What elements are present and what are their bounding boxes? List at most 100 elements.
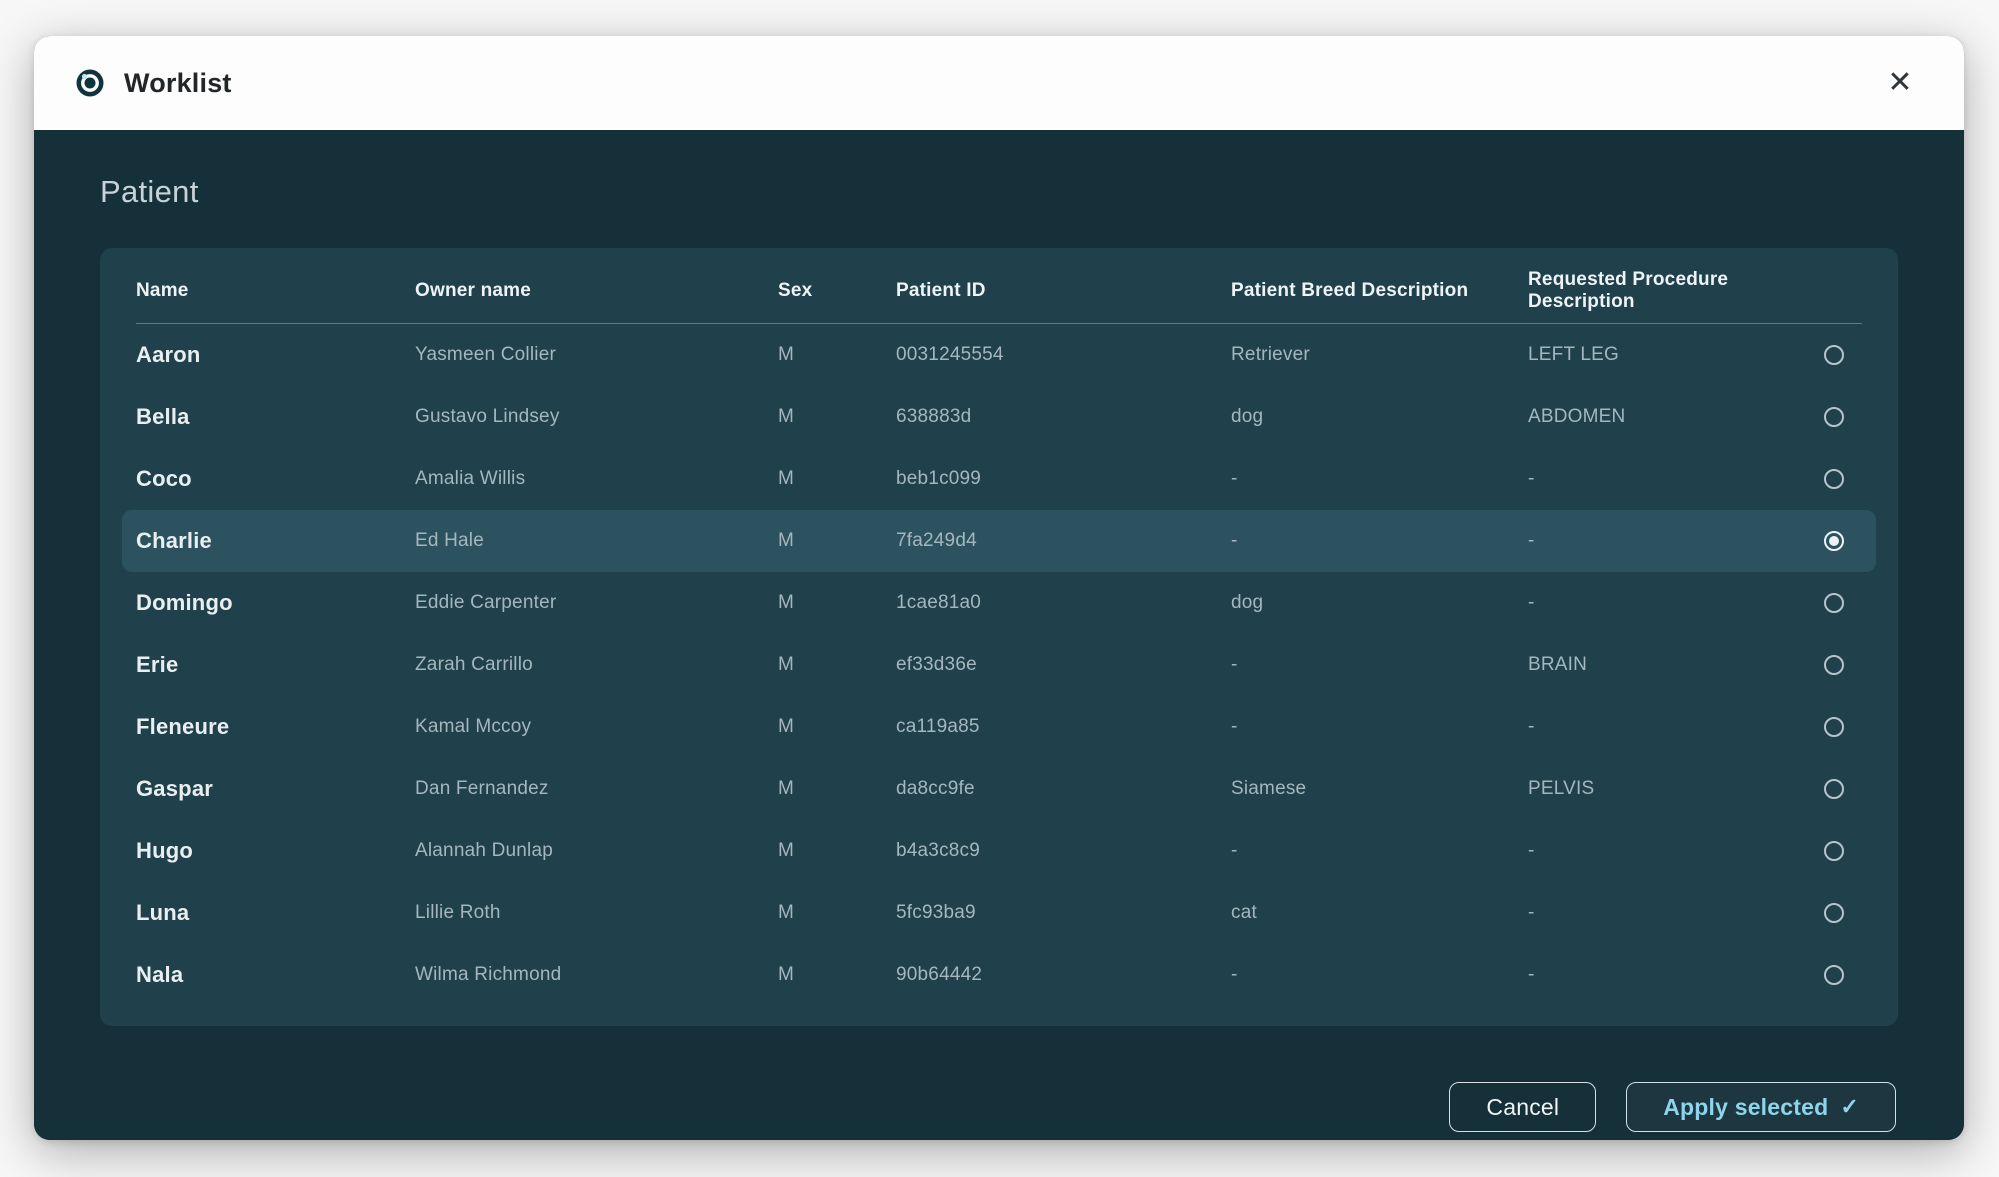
table-row[interactable]: Nala Wilma Richmond M 90b64442 - - <box>122 944 1876 1006</box>
radio-cell <box>1806 469 1862 489</box>
breed-description: dog <box>1231 592 1528 614</box>
patient-name: Aaron <box>136 342 415 368</box>
patient-id: 1cae81a0 <box>896 592 1231 614</box>
column-header-patient-id: Patient ID <box>896 280 1231 302</box>
radio-cell <box>1806 593 1862 613</box>
owner-name: Eddie Carpenter <box>415 592 778 614</box>
check-icon: ✓ <box>1840 1094 1859 1120</box>
radio-cell <box>1806 531 1862 551</box>
patient-id: da8cc9fe <box>896 778 1231 800</box>
column-header-owner: Owner name <box>415 280 778 302</box>
row-radio-button[interactable] <box>1824 531 1844 551</box>
patient-sex: M <box>778 530 896 552</box>
table-row[interactable]: Charlie Ed Hale M 7fa249d4 - - <box>122 510 1876 572</box>
patient-sex: M <box>778 840 896 862</box>
procedure-description: - <box>1528 902 1806 924</box>
breed-description: Retriever <box>1231 344 1528 366</box>
apply-selected-button[interactable]: Apply selected ✓ <box>1626 1082 1896 1132</box>
patient-id: ca119a85 <box>896 716 1231 738</box>
table-row[interactable]: Domingo Eddie Carpenter M 1cae81a0 dog - <box>122 572 1876 634</box>
breed-description: - <box>1231 468 1528 490</box>
row-radio-button[interactable] <box>1824 469 1844 489</box>
owner-name: Wilma Richmond <box>415 964 778 986</box>
patient-sex: M <box>778 778 896 800</box>
table-row[interactable]: Gaspar Dan Fernandez M da8cc9fe Siamese … <box>122 758 1876 820</box>
patient-name: Erie <box>136 652 415 678</box>
worklist-dialog: Worklist ✕ Patient Name Owner name Sex P… <box>34 36 1964 1140</box>
breed-description: - <box>1231 840 1528 862</box>
procedure-description: - <box>1528 468 1806 490</box>
breed-description: - <box>1231 530 1528 552</box>
patient-sex: M <box>778 592 896 614</box>
patient-id: ef33d36e <box>896 654 1231 676</box>
table-row[interactable]: Hugo Alannah Dunlap M b4a3c8c9 - - <box>122 820 1876 882</box>
procedure-description: LEFT LEG <box>1528 344 1806 366</box>
procedure-description: - <box>1528 592 1806 614</box>
table-row[interactable]: Aaron Yasmeen Collier M 0031245554 Retri… <box>122 324 1876 386</box>
row-radio-button[interactable] <box>1824 903 1844 923</box>
patient-id: 0031245554 <box>896 344 1231 366</box>
patient-id: 638883d <box>896 406 1231 428</box>
row-radio-button[interactable] <box>1824 655 1844 675</box>
table-row[interactable]: Erie Zarah Carrillo M ef33d36e - BRAIN <box>122 634 1876 696</box>
owner-name: Ed Hale <box>415 530 778 552</box>
patient-sex: M <box>778 406 896 428</box>
procedure-description: ABDOMEN <box>1528 406 1806 428</box>
owner-name: Kamal Mccoy <box>415 716 778 738</box>
patient-id: 5fc93ba9 <box>896 902 1231 924</box>
column-header-procedure: Requested Procedure Description <box>1528 269 1806 313</box>
patient-name: Nala <box>136 962 415 988</box>
owner-name: Zarah Carrillo <box>415 654 778 676</box>
table-row[interactable]: Luna Lillie Roth M 5fc93ba9 cat - <box>122 882 1876 944</box>
row-radio-button[interactable] <box>1824 593 1844 613</box>
patient-name: Fleneure <box>136 714 415 740</box>
patient-name: Gaspar <box>136 776 415 802</box>
breed-description: dog <box>1231 406 1528 428</box>
procedure-description: - <box>1528 530 1806 552</box>
column-header-name: Name <box>136 280 415 302</box>
table-row[interactable]: Coco Amalia Willis M beb1c099 - - <box>122 448 1876 510</box>
column-header-breed: Patient Breed Description <box>1231 280 1528 302</box>
radio-cell <box>1806 345 1862 365</box>
dialog-title: Worklist <box>124 68 232 99</box>
row-radio-button[interactable] <box>1824 841 1844 861</box>
procedure-description: BRAIN <box>1528 654 1806 676</box>
worklist-logo-icon <box>74 67 106 99</box>
page-title: Patient <box>100 174 1898 210</box>
patient-sex: M <box>778 716 896 738</box>
patient-sex: M <box>778 468 896 490</box>
owner-name: Gustavo Lindsey <box>415 406 778 428</box>
patient-sex: M <box>778 964 896 986</box>
cancel-button[interactable]: Cancel <box>1449 1082 1596 1132</box>
apply-button-label: Apply selected <box>1663 1094 1828 1121</box>
owner-name: Lillie Roth <box>415 902 778 924</box>
row-radio-button[interactable] <box>1824 965 1844 985</box>
patient-sex: M <box>778 902 896 924</box>
procedure-description: - <box>1528 840 1806 862</box>
patient-id: 7fa249d4 <box>896 530 1231 552</box>
breed-description: - <box>1231 964 1528 986</box>
radio-cell <box>1806 903 1862 923</box>
dialog-titlebar: Worklist ✕ <box>34 36 1964 130</box>
radio-cell <box>1806 779 1862 799</box>
radio-cell <box>1806 655 1862 675</box>
patient-name: Charlie <box>136 528 415 554</box>
table-row[interactable]: Fleneure Kamal Mccoy M ca119a85 - - <box>122 696 1876 758</box>
radio-cell <box>1806 965 1862 985</box>
dialog-footer: Cancel Apply selected ✓ <box>100 1082 1898 1132</box>
patient-id: b4a3c8c9 <box>896 840 1231 862</box>
row-radio-button[interactable] <box>1824 779 1844 799</box>
cancel-button-label: Cancel <box>1486 1094 1559 1121</box>
patient-name: Luna <box>136 900 415 926</box>
procedure-description: - <box>1528 964 1806 986</box>
close-icon[interactable]: ✕ <box>1878 61 1922 105</box>
table-row[interactable]: Bella Gustavo Lindsey M 638883d dog ABDO… <box>122 386 1876 448</box>
row-radio-button[interactable] <box>1824 407 1844 427</box>
radio-cell <box>1806 841 1862 861</box>
row-radio-button[interactable] <box>1824 717 1844 737</box>
breed-description: - <box>1231 716 1528 738</box>
row-radio-button[interactable] <box>1824 345 1844 365</box>
column-header-sex: Sex <box>778 280 896 302</box>
table-header-row: Name Owner name Sex Patient ID Patient B… <box>136 258 1862 324</box>
patient-table: Name Owner name Sex Patient ID Patient B… <box>100 248 1898 1026</box>
